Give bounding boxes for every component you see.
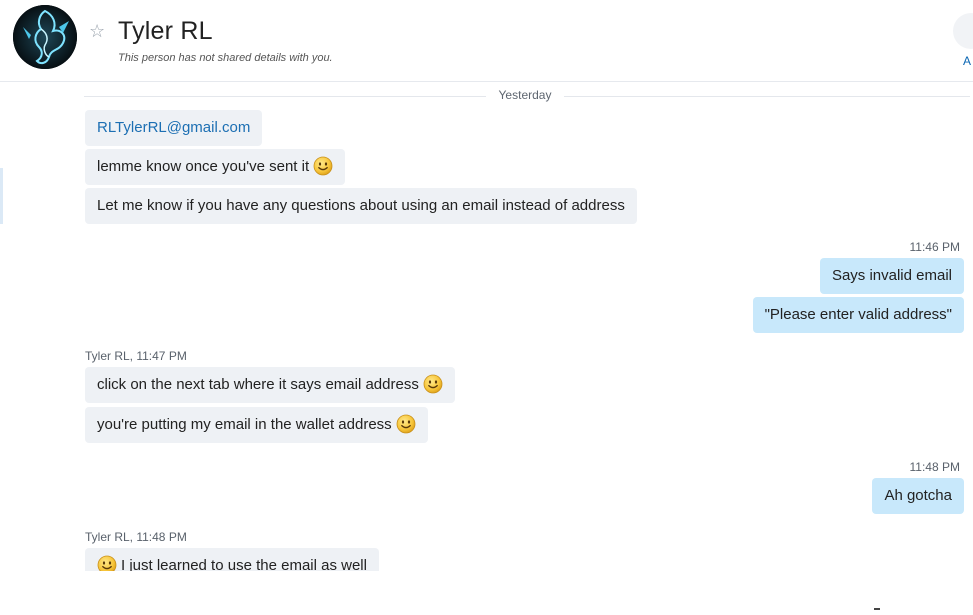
- message-timestamp: 11:48 PM: [909, 460, 960, 474]
- sender-timestamp: Tyler RL, 11:48 PM: [85, 530, 187, 544]
- composer-edge-mark: [874, 608, 880, 610]
- date-divider-label: Yesterday: [486, 88, 564, 102]
- header-action-button[interactable]: [953, 13, 973, 49]
- email-link[interactable]: RLTylerRL@gmail.com: [97, 119, 250, 136]
- message-outgoing[interactable]: "Please enter valid address": [752, 297, 964, 333]
- contact-name: Tyler RL: [118, 17, 213, 45]
- message-text: Ah gotcha: [884, 487, 952, 504]
- smiley-emoji-icon: [396, 414, 416, 434]
- message-text: you're putting my email in the wallet ad…: [97, 416, 392, 433]
- message-timestamp: 11:46 PM: [909, 240, 960, 254]
- message-incoming[interactable]: you're putting my email in the wallet ad…: [85, 407, 428, 443]
- message-text: lemme know once you've sent it: [97, 158, 310, 175]
- smiley-emoji-icon: [313, 156, 333, 176]
- message-incoming[interactable]: RLTylerRL@gmail.com: [85, 110, 263, 146]
- favorite-star-icon[interactable]: ☆: [89, 22, 105, 40]
- avatar[interactable]: [13, 5, 77, 69]
- message-text: Says invalid email: [831, 267, 952, 284]
- smiley-emoji-icon: [97, 555, 117, 571]
- smiley-emoji-icon: [423, 374, 443, 394]
- sender-timestamp: Tyler RL, 11:47 PM: [85, 349, 187, 363]
- message-outgoing[interactable]: Ah gotcha: [872, 478, 964, 514]
- message-list[interactable]: Yesterday RLTylerRL@gmail.com lemme know…: [0, 83, 973, 571]
- message-incoming[interactable]: I just learned to use the email as well: [85, 548, 379, 571]
- message-incoming[interactable]: lemme know once you've sent it: [85, 149, 346, 185]
- conversation-header: ☆ Tyler RL This person has not shared de…: [0, 0, 973, 82]
- message-outgoing[interactable]: Says invalid email: [819, 258, 964, 294]
- header-right-label: A: [963, 54, 972, 68]
- dragon-avatar-icon: [13, 5, 77, 69]
- message-text: I just learned to use the email as well: [121, 557, 367, 571]
- message-text: "Please enter valid address": [764, 306, 952, 323]
- contact-details-note: This person has not shared details with …: [118, 52, 333, 64]
- message-text: Let me know if you have any questions ab…: [97, 197, 625, 214]
- message-incoming[interactable]: click on the next tab where it says emai…: [85, 367, 455, 403]
- message-text: click on the next tab where it says emai…: [97, 376, 419, 393]
- message-incoming[interactable]: Let me know if you have any questions ab…: [85, 188, 637, 224]
